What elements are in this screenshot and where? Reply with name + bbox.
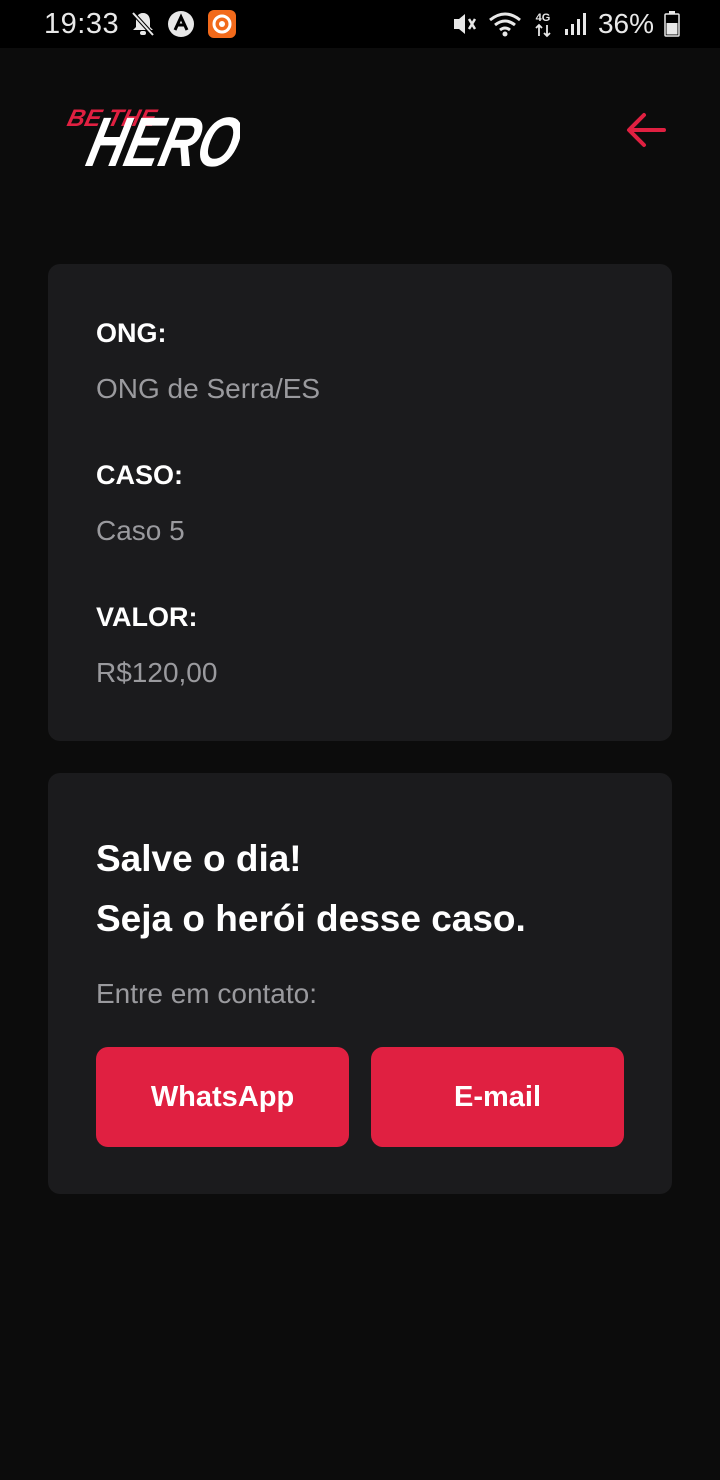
contact-actions: WhatsApp E-mail — [96, 1047, 624, 1147]
case-block: CASO: Caso 5 — [96, 458, 624, 548]
value-amount: R$120,00 — [96, 657, 218, 688]
contact-card: Salve o dia! Seja o herói desse caso. En… — [48, 773, 672, 1194]
ong-block: ONG: ONG de Serra/ES — [96, 316, 624, 406]
status-time: 19:33 — [44, 7, 120, 40]
status-left: 19:33 — [44, 8, 237, 41]
case-label: CASO: — [96, 460, 183, 490]
header: BE THE HERO — [48, 86, 672, 172]
contact-description: Entre em contato: — [96, 978, 318, 1009]
mobile-data-icon: 4G — [532, 10, 554, 38]
value-label: VALOR: — [96, 602, 198, 632]
mute-notifications-icon — [131, 11, 155, 37]
ong-value: ONG de Serra/ES — [96, 373, 321, 404]
svg-text:4G: 4G — [536, 12, 551, 24]
hero-title-line1: Salve o dia! — [96, 838, 302, 879]
status-right: 4G 36% — [450, 8, 680, 40]
battery-percentage: 36% — [597, 8, 654, 39]
be-the-hero-logo: BE THE HERO — [65, 104, 240, 172]
arrow-left-icon — [627, 113, 666, 147]
signal-icon — [564, 12, 588, 36]
hero-title-line2: Seja o herói desse caso. — [96, 898, 526, 939]
case-value: Caso 5 — [96, 515, 185, 546]
incident-card: ONG: ONG de Serra/ES CASO: Caso 5 VALOR:… — [48, 264, 672, 741]
email-button[interactable]: E-mail — [371, 1047, 624, 1147]
status-bar: 19:33 4G 36% — [0, 0, 720, 48]
battery-icon — [664, 11, 680, 37]
ong-label: ONG: — [96, 318, 167, 348]
logo-hero: HERO — [80, 104, 240, 172]
app-notification-icon — [207, 9, 237, 39]
back-button[interactable] — [624, 108, 668, 152]
value-block: VALOR: R$120,00 — [96, 600, 624, 690]
wifi-icon — [488, 11, 522, 37]
whatsapp-button[interactable]: WhatsApp — [96, 1047, 349, 1147]
assistant-icon — [167, 10, 195, 38]
vibrate-icon — [450, 11, 478, 37]
